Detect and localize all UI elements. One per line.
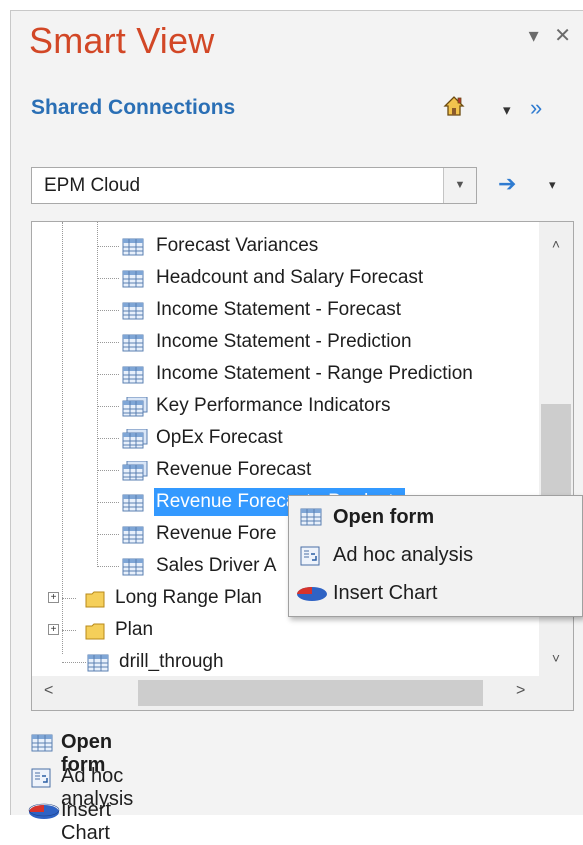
horizontal-scroll-thumb[interactable]: [138, 680, 483, 706]
scroll-left-arrow[interactable]: <: [44, 682, 53, 700]
context-menu: Open form Ad hoc analysis Insert Chart: [288, 495, 583, 617]
home-icon[interactable]: [443, 95, 465, 122]
grid-form-icon: [122, 333, 144, 361]
panel-window-buttons: ▾ ✕: [519, 23, 571, 48]
panel-close-button[interactable]: ✕: [554, 25, 571, 47]
tree-guide-line: [62, 222, 63, 654]
folder-icon: [85, 589, 105, 617]
expand-long-range-plan[interactable]: +: [48, 592, 59, 603]
expand-panel-button[interactable]: »: [530, 95, 542, 121]
open-form-icon: [31, 734, 53, 757]
go-menu-button[interactable]: ▾: [549, 177, 556, 193]
scroll-right-arrow[interactable]: >: [516, 682, 525, 700]
folder-icon: [85, 621, 105, 649]
pie-chart-icon: [27, 802, 61, 825]
ad-hoc-icon: [300, 546, 320, 571]
grid-form-icon: [122, 237, 144, 265]
grid-form-icon: [122, 269, 144, 297]
context-open-form[interactable]: Open form: [289, 500, 582, 534]
grid-form-icon: [122, 525, 144, 553]
panel-pin-menu-button[interactable]: ▾: [529, 25, 539, 47]
scroll-up-arrow[interactable]: ˄: [539, 236, 573, 252]
composite-form-icon: [122, 460, 148, 490]
go-arrow-icon[interactable]: ➔: [498, 171, 516, 197]
grid-form-icon: [122, 557, 144, 585]
ad-hoc-icon: [31, 768, 51, 793]
expand-plan[interactable]: +: [48, 624, 59, 635]
grid-form-icon: [122, 365, 144, 393]
tree-horizontal-scrollbar[interactable]: < >: [32, 676, 541, 710]
connections-menu-button[interactable]: ▾: [503, 101, 511, 119]
pie-chart-icon: [295, 584, 329, 607]
tree-guide-line: [97, 222, 98, 567]
grid-form-icon: [122, 301, 144, 329]
panel-title: Smart View: [29, 20, 215, 61]
open-form-icon: [300, 508, 322, 531]
connection-select[interactable]: EPM Cloud ▼: [31, 167, 477, 204]
composite-form-icon: [122, 396, 148, 426]
connection-select-value: EPM Cloud: [44, 175, 141, 196]
connection-dropdown-button[interactable]: ▼: [443, 168, 476, 203]
grid-form-icon: [122, 493, 144, 521]
connection-tree: Forecast Variances Headcount and Salary F…: [31, 221, 574, 711]
scroll-down-arrow[interactable]: ˅: [539, 650, 573, 666]
context-insert-chart[interactable]: Insert Chart: [289, 576, 582, 610]
smart-view-panel: Smart View ▾ ✕ Shared Connections ▾ » EP…: [10, 10, 583, 844]
context-ad-hoc-analysis[interactable]: Ad hoc analysis: [289, 538, 582, 572]
scrollbar-corner: [539, 676, 573, 710]
shared-connections-label: Shared Connections: [31, 96, 236, 119]
composite-form-icon: [122, 428, 148, 458]
